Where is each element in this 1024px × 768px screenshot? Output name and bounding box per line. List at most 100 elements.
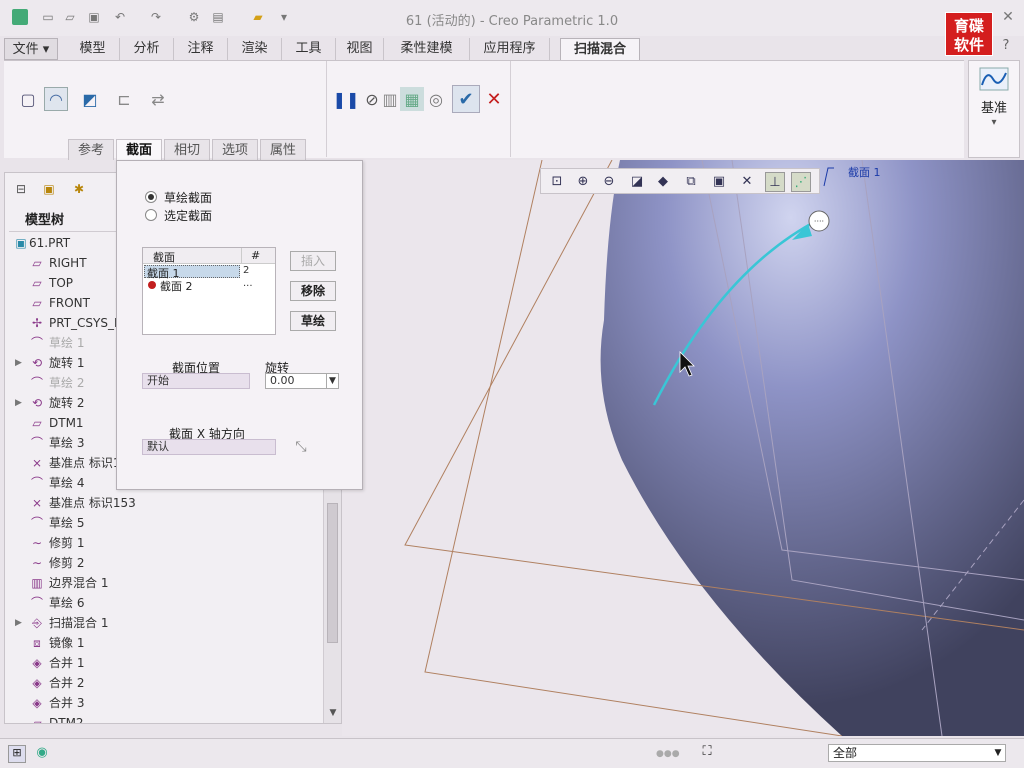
tree-item[interactable]: ∼ 修剪 1 bbox=[5, 533, 323, 553]
plane-display-icon[interactable]: ⊥ bbox=[765, 172, 785, 192]
tree-item[interactable]: ⧈ 镜像 1 bbox=[5, 633, 323, 653]
tab-options[interactable]: 选项 bbox=[212, 139, 258, 160]
tree-item[interactable]: ▱ DTM2 bbox=[5, 713, 323, 723]
view-toolbar: ⊡ ⊕ ⊖ ◪ ◆ ⧉ ▣ ✕ ⊥ ⋰ bbox=[540, 168, 820, 194]
tree-item[interactable]: ▶ ⎆ 扫描混合 1 bbox=[5, 613, 323, 633]
tree-item-label: 草绘 6 bbox=[49, 596, 85, 610]
cancel-x-icon[interactable]: ✕ bbox=[482, 87, 506, 111]
tree-item[interactable]: ◈ 合并 3 bbox=[5, 693, 323, 713]
select-section-radio[interactable] bbox=[145, 209, 157, 221]
chevron-down-icon[interactable]: ▼ bbox=[326, 374, 338, 388]
point-display-icon[interactable]: ⋰ bbox=[791, 172, 811, 192]
tree-item-label: 旋转 1 bbox=[49, 356, 85, 370]
tab-references[interactable]: 参考 bbox=[68, 139, 114, 160]
rotation-field[interactable]: 0.00 ▼ bbox=[265, 373, 339, 389]
tree-item-label: DTM2 bbox=[49, 716, 84, 723]
tab-sections[interactable]: 截面 bbox=[116, 139, 162, 161]
tab-analysis[interactable]: 分析 bbox=[120, 38, 174, 60]
chevron-down-icon[interactable]: ▼ bbox=[991, 745, 1005, 761]
tree-view-icon[interactable]: ⊟ bbox=[9, 177, 33, 201]
tab-tangency[interactable]: 相切 bbox=[164, 139, 210, 160]
thicken-icon[interactable]: ⊏ bbox=[112, 87, 136, 111]
datum-curve-icon bbox=[979, 67, 1009, 91]
model-tree-header: 模型树 bbox=[25, 213, 65, 228]
scroll-down-icon[interactable]: ▼ bbox=[326, 708, 340, 718]
expand-icon[interactable]: ▶ bbox=[15, 353, 22, 373]
scrollbar-thumb[interactable] bbox=[327, 503, 338, 643]
tree-item-label: TOP bbox=[49, 276, 74, 290]
section-position-field[interactable]: 开始 bbox=[142, 373, 250, 389]
repaint-icon[interactable]: ◪ bbox=[627, 172, 647, 192]
apply-check-icon[interactable]: ✔ bbox=[452, 85, 480, 113]
surface-icon[interactable]: ◠ bbox=[44, 87, 68, 111]
select-section-label: 选定截面 bbox=[164, 209, 213, 223]
remove-material-icon[interactable]: ◩ bbox=[78, 87, 102, 111]
view-manager-icon[interactable]: ▣ bbox=[709, 172, 729, 192]
tree-item-label: 61.PRT bbox=[29, 236, 71, 250]
regen-status-icon: ●●● bbox=[656, 749, 680, 759]
sketch-section-radio[interactable] bbox=[145, 191, 157, 203]
tree-item[interactable]: ⌒ 草绘 5 bbox=[5, 513, 323, 533]
preview-geometry-icon[interactable]: ▥ bbox=[378, 87, 402, 111]
x-axis-field[interactable]: 默认 bbox=[142, 439, 276, 455]
flip-icon[interactable]: ⇄ bbox=[146, 87, 170, 111]
datum-display-icon[interactable]: ✕ bbox=[737, 172, 757, 192]
list-row-selected[interactable]: 截面 1 bbox=[144, 265, 240, 280]
tab-applications[interactable]: 应用程序 bbox=[470, 38, 550, 60]
ribbon-tabs: 文件 ▾ 模型 分析 注释 渲染 工具 视图 柔性建模 应用程序 扫描混合 bbox=[0, 38, 1024, 61]
section-tag[interactable]: 截面 1 bbox=[848, 164, 881, 180]
tab-flexible-modeling[interactable]: 柔性建模 bbox=[384, 38, 470, 60]
tab-annotate[interactable]: 注释 bbox=[174, 38, 228, 60]
display-style-icon[interactable]: ◆ bbox=[653, 172, 673, 192]
revolve-icon: ⟲ bbox=[31, 356, 43, 370]
datum-group[interactable]: 基准 ▾ bbox=[968, 60, 1020, 158]
tree-item[interactable]: ◈ 合并 1 bbox=[5, 653, 323, 673]
merge-icon: ◈ bbox=[32, 676, 42, 690]
expand-icon[interactable]: ▶ bbox=[15, 613, 22, 633]
tab-properties[interactable]: 属性 bbox=[260, 139, 306, 160]
verify-feature-icon[interactable]: ▦ bbox=[400, 87, 424, 111]
tab-tools[interactable]: 工具 bbox=[282, 38, 336, 60]
file-menu[interactable]: 文件 ▾ bbox=[4, 38, 58, 60]
tree-item[interactable]: ▥ 边界混合 1 bbox=[5, 573, 323, 593]
datum-point-icon: ⨯ bbox=[31, 496, 43, 510]
title-bar: ▭ ▱ ▣ ↶ ↷ ⚙ ▤ ▰ ▾ 61 (活动的) - Creo Parame… bbox=[0, 0, 1024, 36]
show-tree-icon[interactable]: ⊞ bbox=[8, 745, 26, 763]
creo-window: ▭ ▱ ▣ ↶ ↷ ⚙ ▤ ▰ ▾ 61 (活动的) - Creo Parame… bbox=[0, 0, 1024, 768]
selection-filter[interactable]: 全部 ▼ bbox=[828, 744, 1006, 762]
tree-item[interactable]: ∼ 修剪 2 bbox=[5, 553, 323, 573]
sections-list[interactable]: 截面 # 截面 1 2 截面 2 ... bbox=[142, 247, 276, 335]
close-window-icon[interactable]: ✕ bbox=[1000, 9, 1016, 25]
find-icon[interactable]: ⛶ bbox=[696, 744, 718, 764]
refit-icon[interactable]: ⊡ bbox=[547, 172, 567, 192]
tree-item[interactable]: ◈ 合并 2 bbox=[5, 673, 323, 693]
solid-icon[interactable]: ▢ bbox=[16, 87, 40, 111]
saved-views-icon[interactable]: ⧉ bbox=[681, 172, 701, 192]
graphics-viewport[interactable]: ···· 截面 1 bbox=[342, 160, 1024, 736]
insert-button[interactable]: 插入 bbox=[290, 251, 336, 271]
remove-button[interactable]: 移除 bbox=[290, 281, 336, 301]
zoom-out-icon[interactable]: ⊖ bbox=[599, 172, 619, 192]
tree-item[interactable]: ⌒ 草绘 6 bbox=[5, 593, 323, 613]
datum-plane-icon: ▱ bbox=[32, 416, 42, 430]
tab-render[interactable]: 渲染 bbox=[228, 38, 282, 60]
folder-browser-icon[interactable]: ▣ bbox=[37, 177, 61, 201]
boundary-blend-icon: ▥ bbox=[31, 576, 43, 590]
pause-icon[interactable]: ❚❚ bbox=[333, 87, 360, 111]
tree-item[interactable]: ⨯ 基准点 标识153 bbox=[5, 493, 323, 513]
error-dot-icon bbox=[148, 281, 156, 289]
tab-swept-blend[interactable]: 扫描混合 bbox=[560, 38, 640, 61]
tab-model[interactable]: 模型 bbox=[66, 38, 120, 60]
sketch-icon: ⌒ bbox=[30, 516, 43, 530]
zoom-in-icon[interactable]: ⊕ bbox=[573, 172, 593, 192]
flip-axis-icon[interactable]: ⤡ bbox=[291, 439, 311, 459]
merge-icon: ◈ bbox=[32, 656, 42, 670]
tree-item-label: 草绘 5 bbox=[49, 516, 85, 530]
browser-icon[interactable]: ◉ bbox=[32, 745, 52, 763]
favorites-icon[interactable]: ✱ bbox=[67, 177, 91, 201]
tab-view[interactable]: 视图 bbox=[336, 38, 384, 60]
sketch-button[interactable]: 草绘 bbox=[290, 311, 336, 331]
glasses-icon[interactable]: ◎ bbox=[424, 87, 448, 111]
expand-icon[interactable]: ▶ bbox=[15, 393, 22, 413]
trim-icon: ∼ bbox=[31, 556, 43, 570]
